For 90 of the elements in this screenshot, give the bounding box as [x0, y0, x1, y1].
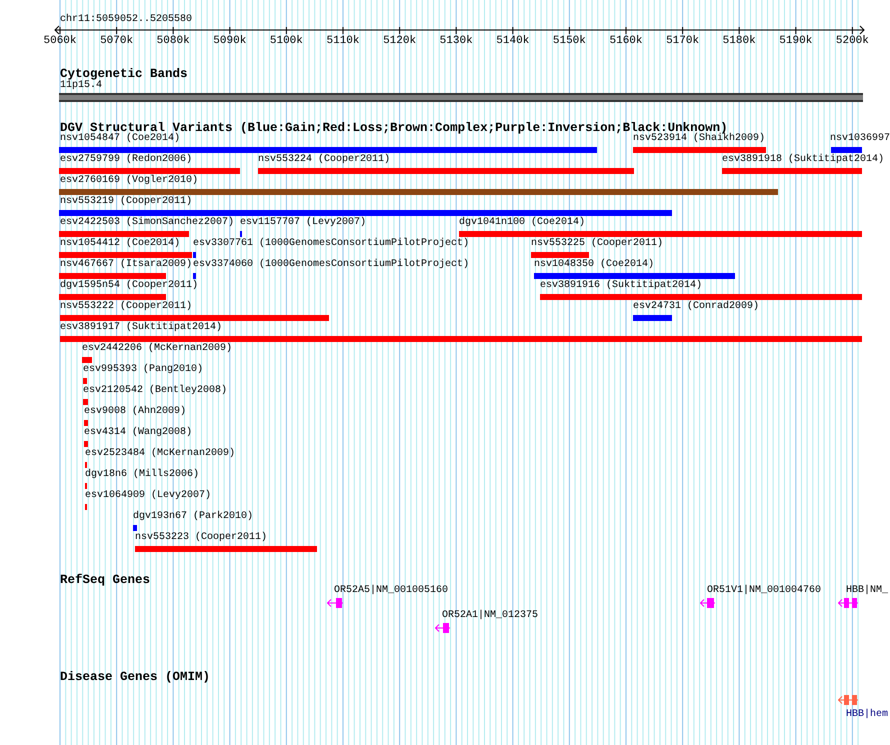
ruler-tick-label: 5110k — [326, 36, 360, 47]
variant-label[interactable]: esv2523484 (McKernan2009) — [85, 449, 236, 459]
gene-label[interactable]: OR52A1|NM_012375 — [442, 611, 538, 621]
gene-model-drawing — [838, 598, 858, 608]
variant-bar[interactable] — [133, 525, 137, 531]
variant-label[interactable]: esv2442206 (McKernan2009) — [82, 344, 232, 354]
variant-bar[interactable] — [193, 252, 196, 258]
ruler-tick-label: 5160k — [610, 36, 642, 47]
variant-bar[interactable] — [59, 252, 192, 258]
ruler-tick-label: 5080k — [156, 36, 190, 47]
variant-label[interactable]: esv4314 (Wang2008) — [84, 428, 192, 438]
track-title: Cytogenetic Bands — [60, 68, 188, 80]
gene-model-drawing — [838, 695, 858, 705]
gene-label[interactable]: HBB|NM_ — [846, 586, 888, 596]
variant-label[interactable]: nsv553222 (Cooper2011) — [60, 302, 192, 312]
variant-label[interactable]: nsv467667 (Itsara2009) — [60, 260, 192, 270]
variant-label[interactable]: nsv553223 (Cooper2011) — [135, 533, 268, 543]
gene-label[interactable]: OR52A5|NM_001005160 — [334, 586, 448, 596]
variant-label[interactable]: esv3307761 (1000GenomesConsortiumPilotProject) — [193, 239, 470, 249]
variant-bar[interactable] — [722, 168, 862, 174]
variant-bar[interactable] — [59, 210, 672, 216]
ruler-tick-label: 5120k — [383, 36, 416, 47]
variant-label[interactable]: nsv553219 (Cooper2011) — [60, 197, 192, 207]
variant-bar[interactable] — [831, 147, 862, 153]
variant-label[interactable]: nsv1054847 (Coe2014) — [60, 134, 180, 144]
ruler-tick-label: 5060k — [44, 36, 76, 47]
variant-label[interactable]: esv3891916 (Suktitipat2014) — [540, 281, 702, 291]
gene-label[interactable]: OR51V1|NM_001004760 — [707, 586, 822, 596]
variant-label[interactable]: dgv1595n54 (Cooper2011) — [60, 281, 198, 291]
variant-bar[interactable] — [135, 546, 317, 552]
ruler-tick-label: 5070k — [100, 36, 134, 47]
variant-bar[interactable] — [59, 294, 166, 300]
variant-bar[interactable] — [59, 189, 778, 195]
variant-bar[interactable] — [258, 168, 634, 174]
variant-bar[interactable] — [459, 231, 862, 237]
variant-label[interactable]: esv1157707 (Levy2007) — [240, 218, 366, 228]
variant-label[interactable]: esv3891917 (Suktitipat2014) — [60, 323, 222, 333]
ruler-tick-label: 5170k — [666, 36, 700, 47]
variant-label[interactable]: esv9008 (Ahn2009) — [84, 407, 186, 417]
variant-bar[interactable] — [84, 441, 88, 447]
variant-bar[interactable] — [633, 147, 766, 153]
variant-bar[interactable] — [59, 273, 166, 279]
variant-bar[interactable] — [60, 315, 329, 321]
variant-bar[interactable] — [83, 399, 88, 405]
variant-bar[interactable] — [84, 420, 88, 426]
variant-label[interactable]: nsv553225 (Cooper2011) — [531, 239, 664, 249]
variant-label[interactable]: esv2760169 (Vogler2010) — [60, 176, 198, 186]
variant-label[interactable]: esv24731 (Conrad2009) — [633, 302, 760, 312]
variant-bar[interactable] — [193, 273, 196, 279]
variant-label[interactable]: esv2120542 (Bentley2008) — [83, 386, 228, 396]
variant-label[interactable]: esv995393 (Pang2010) — [83, 365, 204, 375]
variant-label[interactable]: dgv193n67 (Park2010) — [133, 512, 254, 522]
variant-bar[interactable] — [82, 357, 92, 363]
variant-bar[interactable] — [59, 168, 240, 174]
variant-label[interactable]: esv3891918 (Suktitipat2014) — [722, 155, 884, 165]
gene-label[interactable]: HBB|hem — [846, 710, 888, 720]
ruler-tick-label: 5150k — [552, 36, 586, 47]
gene-model-drawing — [700, 598, 715, 608]
variant-bar[interactable] — [531, 252, 589, 258]
variant-bar[interactable] — [534, 273, 735, 279]
variant-label[interactable]: nsv1054412 (Coe2014) — [60, 239, 180, 249]
variant-label[interactable]: esv3374060 (1000GenomesConsortiumPilotProject) — [193, 260, 470, 270]
gene-model-drawing — [435, 623, 450, 633]
variant-bar[interactable] — [83, 378, 87, 384]
ruler-tick-label: 5130k — [440, 36, 473, 47]
ruler-tick-label: 5090k — [213, 36, 246, 47]
variant-bar[interactable] — [59, 231, 189, 237]
variant-bar[interactable] — [59, 147, 597, 153]
variant-label[interactable]: nsv553224 (Cooper2011) — [258, 155, 390, 165]
variant-bar[interactable] — [633, 315, 672, 321]
track-title: RefSeq Genes — [60, 574, 150, 586]
band-label: 11p15.4 — [60, 81, 102, 91]
variant-label[interactable]: esv2422503 (SimonSanchez2007) — [60, 218, 234, 228]
variant-label[interactable]: nsv523914 (Shaikh2009) — [633, 134, 766, 144]
variant-label[interactable]: esv1064909 (Levy2007) — [85, 491, 212, 501]
variant-label[interactable]: esv2759799 (Redon2006) — [60, 155, 192, 165]
ruler-tick-label: 5190k — [779, 36, 812, 47]
track-title: Disease Genes (OMIM) — [60, 671, 210, 684]
gene-model-drawing — [327, 598, 343, 608]
ruler-tick-label: 5200k — [836, 36, 869, 47]
variant-bar[interactable] — [540, 294, 862, 300]
ruler-tick-label: 5180k — [722, 36, 756, 47]
variant-label[interactable]: dgv1041n100 (Coe2014) — [459, 218, 586, 228]
variant-label[interactable]: dgv18n6 (Mills2006) — [85, 470, 200, 480]
ruler-tick-label: 5140k — [496, 36, 530, 47]
variant-label[interactable]: nsv1036997 — [830, 134, 890, 144]
variant-bar[interactable] — [60, 336, 862, 342]
variant-label[interactable]: nsv1048350 (Coe2014) — [534, 260, 654, 270]
ruler-tick-label: 5100k — [270, 36, 303, 47]
position-label: chr11:5059052..5205580 — [60, 15, 192, 25]
